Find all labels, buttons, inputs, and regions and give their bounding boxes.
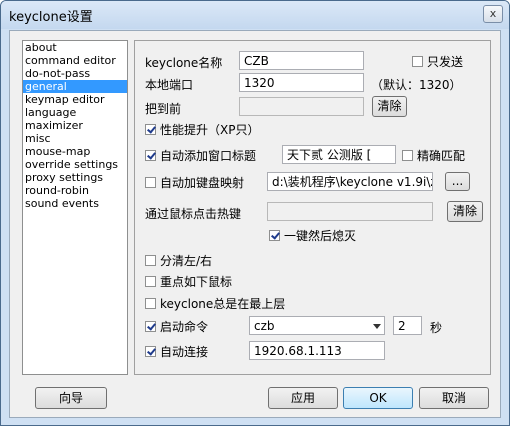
- window-title-input[interactable]: 天下贰 公测版 [: [282, 145, 396, 164]
- nav-item-sound-events[interactable]: sound events: [23, 197, 127, 210]
- hotkey-input[interactable]: [267, 202, 433, 221]
- nav-item-command-editor[interactable]: command editor: [23, 54, 127, 67]
- launch-cmd-box: [145, 320, 156, 332]
- auto-map-box: [145, 176, 156, 188]
- exact-match-label: 精确匹配: [417, 148, 466, 163]
- auto-connect-input[interactable]: 1920.68.1.113: [249, 341, 385, 360]
- port-default-hint: （默认：1320）: [371, 78, 462, 92]
- topmost-box: [145, 297, 156, 309]
- port-label: 本地端口: [145, 78, 194, 92]
- exact-match-box: [402, 149, 413, 161]
- perf-box: [145, 123, 156, 135]
- nav-item-about[interactable]: about: [23, 41, 127, 54]
- hotkey-clear-button[interactable]: 清除: [447, 201, 483, 222]
- perf-label: 性能提升（XP只）: [160, 122, 260, 137]
- launch-delay-input[interactable]: 2: [393, 316, 422, 335]
- redo-mouse-box: [145, 275, 156, 287]
- bring-front-input[interactable]: [239, 97, 364, 116]
- topmost-checkbox[interactable]: keyclone总是在最上层: [145, 296, 286, 311]
- launch-cmd-checkbox[interactable]: 启动命令: [145, 319, 209, 334]
- nav-item-general[interactable]: general: [23, 80, 127, 93]
- flash-label: 一键然后熄灭: [284, 228, 357, 243]
- auto-title-box: [145, 149, 156, 161]
- launch-command-value: czb: [254, 319, 275, 333]
- auto-map-checkbox[interactable]: 自动加键盘映射: [145, 175, 245, 190]
- settings-window: keyclone设置 x about command editor do-not-p…: [0, 0, 510, 426]
- title-bar: keyclone设置 x: [1, 1, 509, 29]
- window-title: keyclone设置: [9, 10, 93, 25]
- close-icon: x: [489, 7, 497, 20]
- cancel-button[interactable]: 取消: [419, 387, 489, 409]
- split-lr-checkbox[interactable]: 分清左/右: [145, 253, 213, 268]
- name-input[interactable]: CZB: [239, 51, 364, 70]
- nav-item-maximizer[interactable]: maximizer: [23, 119, 127, 132]
- launch-cmd-label: 启动命令: [160, 319, 209, 334]
- redo-mouse-checkbox[interactable]: 重点如下鼠标: [145, 274, 233, 289]
- wizard-button[interactable]: 向导: [35, 387, 107, 409]
- chevron-down-icon: [373, 324, 381, 329]
- nav-item-keymap-editor[interactable]: keymap editor: [23, 93, 127, 106]
- nav-item-mouse-map[interactable]: mouse-map: [23, 145, 127, 158]
- launch-command-select[interactable]: czb: [249, 316, 385, 335]
- send-only-label: 只发送: [427, 54, 464, 69]
- nav-item-override-settings[interactable]: override settings: [23, 158, 127, 171]
- auto-title-checkbox[interactable]: 自动添加窗口标题: [145, 148, 257, 163]
- close-button[interactable]: x: [483, 5, 503, 23]
- exact-match-checkbox[interactable]: 精确匹配: [402, 148, 466, 163]
- topmost-label: keyclone总是在最上层: [160, 296, 286, 311]
- bring-front-clear-button[interactable]: 清除: [372, 96, 407, 117]
- bring-front-label: 把到前: [145, 102, 182, 116]
- redo-mouse-label: 重点如下鼠标: [160, 274, 233, 289]
- auto-connect-label: 自动连接: [160, 344, 209, 359]
- apply-button[interactable]: 应用: [268, 387, 338, 409]
- perf-checkbox[interactable]: 性能提升（XP只）: [145, 122, 260, 137]
- general-settings-panel: keyclone名称 CZB 只发送 本地端口 1320 （默认：1320） 把…: [134, 40, 491, 375]
- nav-item-proxy-settings[interactable]: proxy settings: [23, 171, 127, 184]
- name-label: keyclone名称: [145, 56, 223, 70]
- auto-map-label: 自动加键盘映射: [160, 175, 245, 190]
- split-lr-box: [145, 254, 156, 266]
- hotkey-label: 通过鼠标点击热键: [145, 207, 242, 221]
- send-only-box: [412, 55, 423, 67]
- port-input[interactable]: 1320: [239, 73, 364, 92]
- nav-item-do-not-pass[interactable]: do-not-pass: [23, 67, 127, 80]
- auto-connect-box: [145, 345, 156, 357]
- flash-checkbox[interactable]: 一键然后熄灭: [269, 228, 357, 243]
- dialog-body: about command editor do-not-pass general key…: [9, 30, 501, 418]
- split-lr-label: 分清左/右: [160, 253, 213, 268]
- send-only-checkbox[interactable]: 只发送: [412, 54, 464, 69]
- nav-item-round-robin[interactable]: round-robin: [23, 184, 127, 197]
- launch-delay-unit: 秒: [430, 321, 443, 335]
- settings-category-list[interactable]: about command editor do-not-pass general key…: [22, 40, 128, 375]
- nav-item-misc[interactable]: misc: [23, 132, 127, 145]
- browse-button[interactable]: ...: [445, 172, 470, 191]
- nav-item-language[interactable]: language: [23, 106, 127, 119]
- flash-box: [269, 229, 280, 241]
- auto-connect-checkbox[interactable]: 自动连接: [145, 344, 209, 359]
- ok-button[interactable]: OK: [343, 387, 413, 409]
- auto-title-label: 自动添加窗口标题: [160, 148, 257, 163]
- keymap-path-input[interactable]: d:\装机程序\keyclone v1.9i\zh\k: [267, 172, 433, 191]
